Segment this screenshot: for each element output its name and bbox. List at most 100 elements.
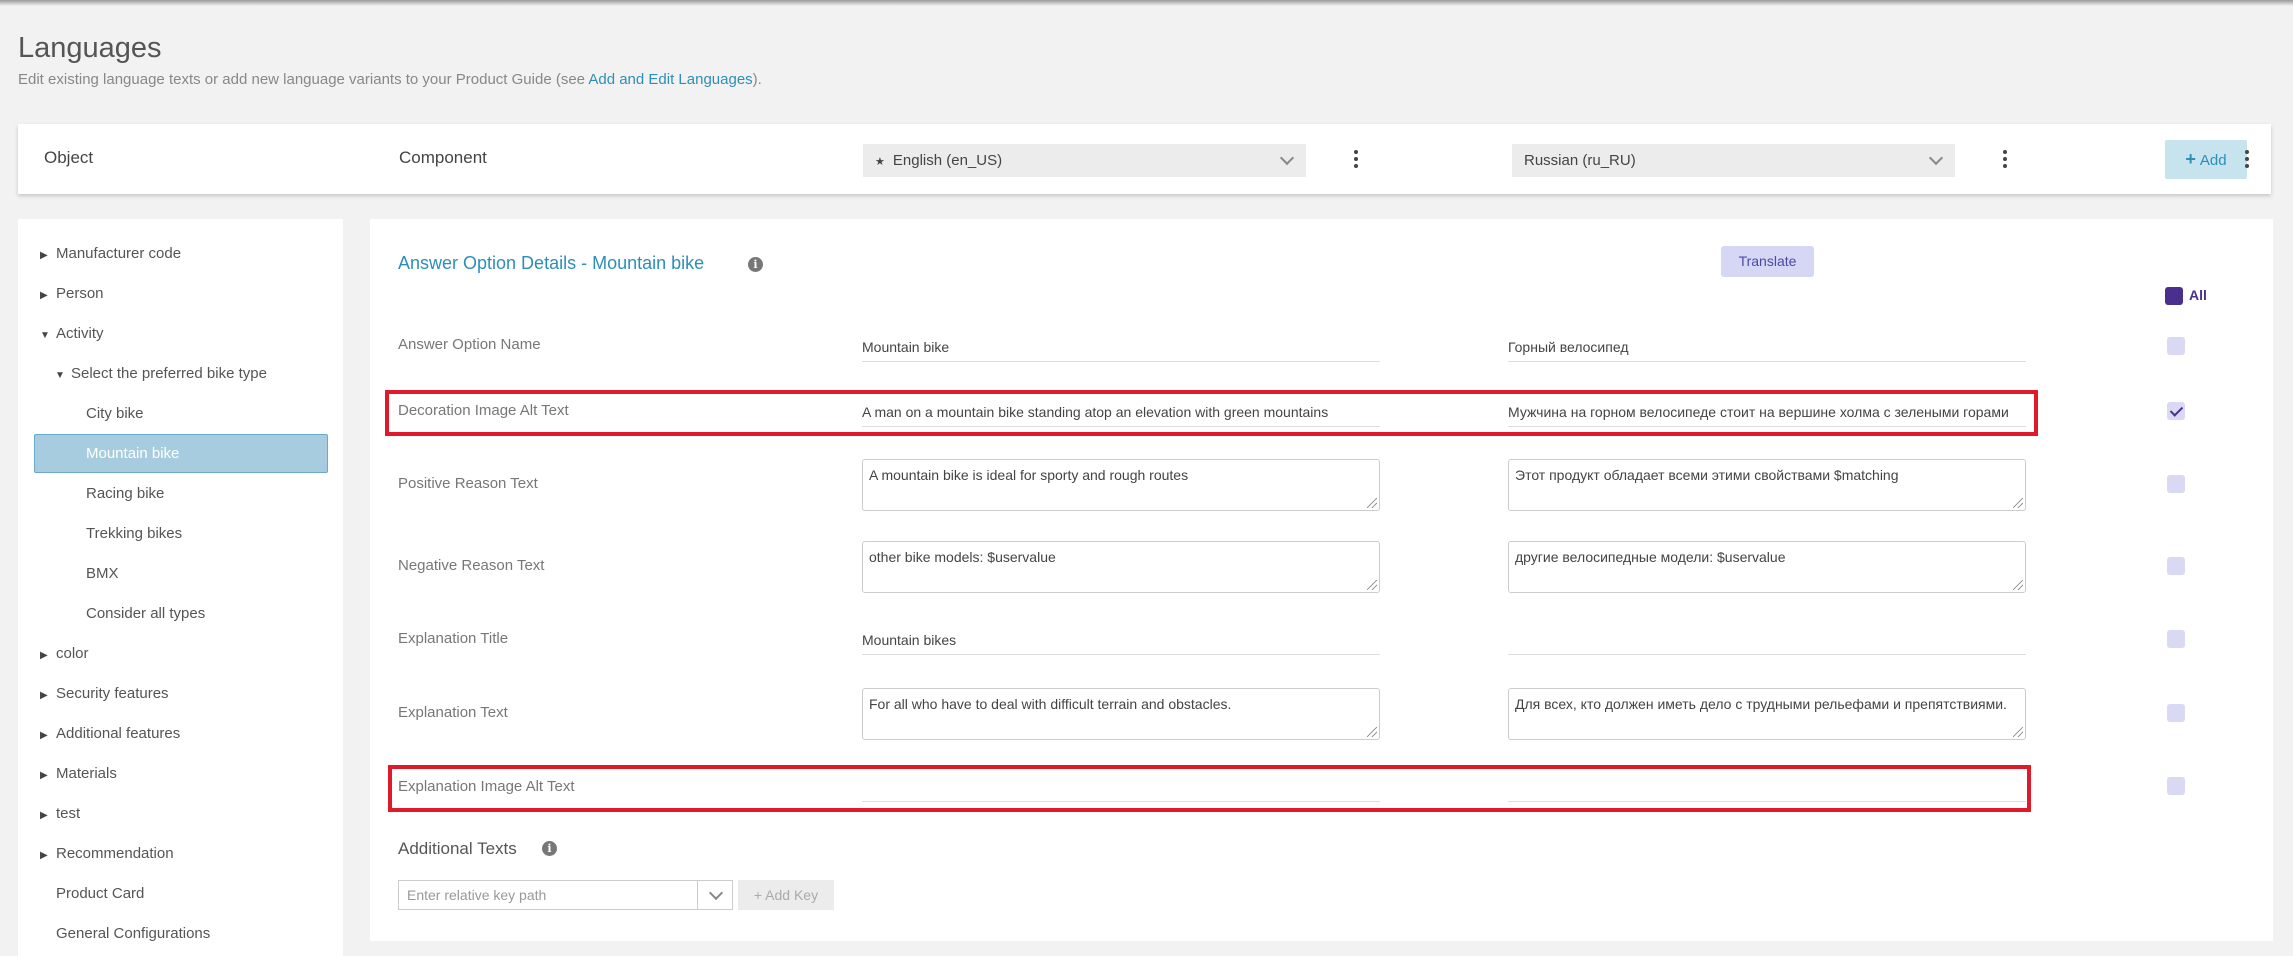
- resize-handle-icon[interactable]: [1367, 580, 1377, 590]
- language-header-bar: Object Component ★ English (en_US) Russia…: [18, 124, 2271, 194]
- tree-item-color[interactable]: ▶ color: [40, 637, 89, 671]
- row-checkbox-positive-reason[interactable]: [2167, 475, 2185, 493]
- tree-item-recommendation[interactable]: ▶ Recommendation: [40, 837, 174, 871]
- en-negative-reason-text: other bike models: $uservalue: [869, 549, 1056, 565]
- ru-negative-reason-textarea[interactable]: другие велосипедные модели: $uservalue: [1508, 541, 2026, 593]
- secondary-language-select[interactable]: Russian (ru_RU): [1512, 144, 1955, 177]
- tree-item-label: Manufacturer code: [56, 245, 182, 262]
- tree-item-person[interactable]: ▶ Person: [40, 277, 104, 311]
- tree-item-racing-bike[interactable]: Racing bike: [86, 477, 164, 511]
- select-all-label: All: [2189, 287, 2207, 303]
- caret-right-icon[interactable]: ▶: [40, 719, 48, 753]
- resize-handle-icon[interactable]: [1367, 727, 1377, 737]
- tree-item-product-card[interactable]: Product Card: [56, 877, 144, 911]
- ru-negative-reason-text: другие велосипедные модели: $uservalue: [1515, 549, 1786, 565]
- row-checkbox-explanation-text[interactable]: [2167, 704, 2185, 722]
- ru-explanation-text: Для всех, кто должен иметь дело с трудны…: [1515, 696, 2007, 712]
- tree-item-test[interactable]: ▶ test: [40, 797, 80, 831]
- tree-item-label: Security features: [56, 685, 169, 702]
- add-key-label: Add Key: [765, 887, 819, 903]
- page-subtitle: Edit existing language texts or add new …: [18, 71, 762, 88]
- en-negative-reason-textarea[interactable]: other bike models: $uservalue: [862, 541, 1380, 593]
- plus-icon: +: [2185, 149, 2196, 169]
- tree-item-general-configurations[interactable]: General Configurations: [56, 917, 210, 951]
- key-path-dropdown-button[interactable]: [698, 880, 733, 910]
- en-explanation-title-field[interactable]: Mountain bikes: [862, 625, 1380, 655]
- tree-item-trekking-bikes[interactable]: Trekking bikes: [86, 517, 182, 551]
- resize-handle-icon[interactable]: [1367, 498, 1377, 508]
- caret-down-icon[interactable]: ▼: [55, 359, 65, 393]
- info-icon[interactable]: i: [748, 257, 763, 272]
- tree-item-city-bike[interactable]: City bike: [86, 397, 144, 431]
- header-menu-icon[interactable]: [2244, 150, 2250, 172]
- tree-item-label: test: [56, 805, 81, 822]
- en-positive-reason-text: A mountain bike is ideal for sporty and …: [869, 467, 1189, 483]
- caret-right-icon[interactable]: ▶: [40, 759, 48, 793]
- primary-language-select[interactable]: ★ English (en_US): [863, 144, 1306, 177]
- tree-item-bmx[interactable]: BMX: [86, 557, 119, 591]
- resize-handle-icon[interactable]: [2013, 498, 2023, 508]
- tree-item-materials[interactable]: ▶ Materials: [40, 757, 117, 791]
- row-checkbox-explanation-alt[interactable]: [2167, 777, 2185, 795]
- caret-right-icon[interactable]: ▶: [40, 679, 48, 713]
- en-positive-reason-textarea[interactable]: A mountain bike is ideal for sporty and …: [862, 459, 1380, 511]
- tree-item-label: BMX: [86, 565, 119, 582]
- caret-down-icon[interactable]: ▼: [40, 319, 50, 353]
- tree-item-label: Trekking bikes: [86, 525, 183, 542]
- add-edit-languages-link[interactable]: Add and Edit Languages: [588, 71, 752, 88]
- tree-item-activity[interactable]: ▼ Activity: [40, 317, 104, 351]
- add-key-button[interactable]: + Add Key: [738, 880, 834, 910]
- tree-item-label: Racing bike: [86, 485, 165, 502]
- tree-item-label: General Configurations: [56, 925, 211, 942]
- add-language-button[interactable]: + Add: [2165, 140, 2247, 179]
- tree-item-label: Product Card: [56, 885, 145, 902]
- caret-right-icon[interactable]: ▶: [40, 839, 48, 873]
- answer-option-details-panel: Answer Option Details - Mountain bike i …: [370, 219, 2273, 941]
- row-label-positive-reason: Positive Reason Text: [398, 475, 538, 492]
- tree-item-label: Recommendation: [56, 845, 174, 862]
- caret-right-icon[interactable]: ▶: [40, 799, 48, 833]
- en-explanation-text: For all who have to deal with difficult …: [869, 696, 1232, 712]
- en-decoration-alt-field[interactable]: A man on a mountain bike standing atop a…: [862, 397, 1380, 427]
- tree-item-label: Materials: [56, 765, 117, 782]
- ru-positive-reason-textarea[interactable]: Этот продукт обладает всеми этими свойст…: [1508, 459, 2026, 511]
- details-title: Answer Option Details - Mountain bike: [398, 253, 705, 273]
- row-checkbox-negative-reason[interactable]: [2167, 557, 2185, 575]
- tree-item-security-features[interactable]: ▶ Security features: [40, 677, 169, 711]
- secondary-language-menu-icon[interactable]: [2002, 150, 2008, 172]
- tree-item-consider-all-types[interactable]: Consider all types: [86, 597, 205, 631]
- resize-handle-icon[interactable]: [2013, 580, 2023, 590]
- select-all-checkbox[interactable]: [2165, 287, 2183, 305]
- tree-item-manufacturer-code[interactable]: ▶ Manufacturer code: [40, 237, 181, 271]
- ru-decoration-alt-field[interactable]: Мужчина на горном велосипеде стоит на ве…: [1508, 397, 2026, 427]
- caret-right-icon[interactable]: ▶: [40, 279, 48, 313]
- en-explanation-textarea[interactable]: For all who have to deal with difficult …: [862, 688, 1380, 740]
- en-answer-option-name-field[interactable]: Mountain bike: [862, 332, 1380, 362]
- translate-button[interactable]: Translate: [1721, 246, 1814, 277]
- row-label-answer-option-name: Answer Option Name: [398, 336, 541, 353]
- relative-key-path-input[interactable]: Enter relative key path: [398, 880, 698, 910]
- ru-explanation-title-field[interactable]: [1508, 625, 2026, 655]
- ru-answer-option-name-field[interactable]: Горный велосипед: [1508, 332, 2026, 362]
- tree-item-select-bike-type[interactable]: ▼ Select the preferred bike type: [55, 357, 267, 391]
- caret-right-icon[interactable]: ▶: [40, 639, 48, 673]
- tree-item-label: City bike: [86, 405, 144, 422]
- tree-item-mountain-bike[interactable]: Mountain bike: [34, 434, 328, 473]
- ru-explanation-textarea[interactable]: Для всех, кто должен иметь дело с трудны…: [1508, 688, 2026, 740]
- tree-item-label: Select the preferred bike type: [71, 365, 267, 382]
- info-icon[interactable]: i: [542, 841, 557, 856]
- caret-right-icon[interactable]: ▶: [40, 239, 48, 273]
- tree-item-additional-features[interactable]: ▶ Additional features: [40, 717, 180, 751]
- row-label-decoration-alt: Decoration Image Alt Text: [398, 402, 569, 419]
- tree-item-label: Activity: [56, 325, 104, 342]
- chevron-down-icon: [708, 885, 724, 901]
- primary-language-menu-icon[interactable]: [1353, 150, 1359, 172]
- page-title: Languages: [18, 32, 162, 64]
- row-checkbox-decoration-alt[interactable]: [2167, 402, 2185, 420]
- chevron-down-icon: [1279, 150, 1295, 166]
- row-checkbox-answer-option-name[interactable]: [2167, 337, 2185, 355]
- resize-handle-icon[interactable]: [2013, 727, 2023, 737]
- row-checkbox-explanation-title[interactable]: [2167, 630, 2185, 648]
- ru-explanation-alt-field[interactable]: [1508, 772, 2026, 802]
- en-explanation-alt-field[interactable]: [862, 772, 1380, 802]
